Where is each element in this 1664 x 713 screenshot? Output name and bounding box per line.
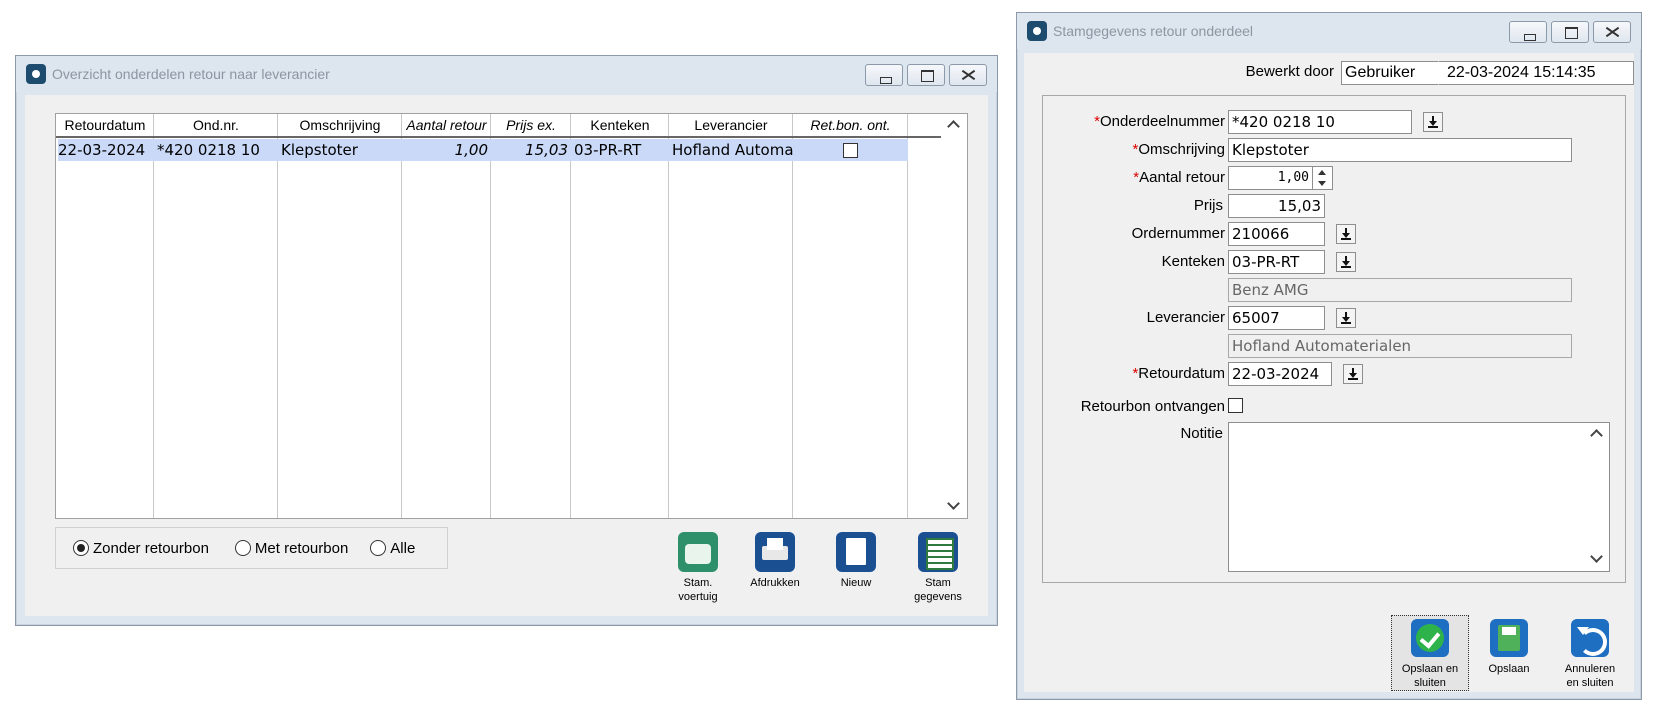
aantal-retour-field[interactable]: 1,00 bbox=[1228, 166, 1333, 190]
radio-selected-icon bbox=[73, 540, 89, 556]
scroll-up-icon[interactable] bbox=[941, 114, 967, 140]
bewerkt-door-user: Gebruiker bbox=[1341, 61, 1441, 85]
col-retbon-ont[interactable]: Ret.bon. ont. bbox=[793, 114, 908, 136]
omschrijving-label: *Omschrijving bbox=[1132, 141, 1225, 158]
onderdeelnummer-dropdown-icon[interactable] bbox=[1423, 112, 1443, 132]
minimize-button[interactable] bbox=[865, 64, 903, 86]
scroll-up-icon[interactable] bbox=[1584, 423, 1609, 449]
kenteken-dropdown-icon[interactable] bbox=[1336, 252, 1356, 272]
col-kenteken[interactable]: Kenteken bbox=[571, 114, 669, 136]
cell-leverancier: Hofland Automa bbox=[672, 141, 793, 159]
notitie-label: Notitie bbox=[1180, 425, 1223, 442]
checkmark-icon bbox=[1411, 619, 1449, 657]
retourbon-ontvangen-checkbox[interactable] bbox=[1228, 398, 1243, 413]
retourbon-ontvangen-label: Retourbon ontvangen bbox=[1080, 398, 1225, 415]
radio-zonder-retourbon[interactable]: Zonder retourbon bbox=[73, 540, 209, 557]
cell-omschrijving: Klepstoter bbox=[281, 141, 358, 159]
bewerkt-door-label: Bewerkt door bbox=[1245, 63, 1334, 80]
kenteken-description: Benz AMG bbox=[1228, 278, 1572, 302]
cell-aantal: 1,00 bbox=[454, 141, 488, 159]
overview-titlebar[interactable]: Overzicht onderdelen retour naar leveran… bbox=[16, 56, 997, 92]
omschrijving-field[interactable]: Klepstoter bbox=[1228, 138, 1572, 162]
grid-scrollbar[interactable] bbox=[941, 114, 967, 518]
save-disk-icon bbox=[1490, 619, 1528, 657]
notitie-textarea[interactable] bbox=[1228, 422, 1610, 572]
kenteken-field[interactable]: 03-PR-RT bbox=[1228, 250, 1325, 274]
undo-icon bbox=[1571, 619, 1609, 657]
col-aantal-retour[interactable]: Aantal retour bbox=[402, 114, 491, 136]
retbon-checkbox[interactable] bbox=[843, 143, 858, 158]
radio-icon bbox=[234, 540, 251, 556]
detail-title: Stamgegevens retour onderdeel bbox=[1053, 23, 1254, 39]
cell-ondnr: *420 0218 10 bbox=[157, 141, 260, 159]
prijs-label: Prijs bbox=[1193, 197, 1223, 214]
overview-window: Overzicht onderdelen retour naar leveran… bbox=[15, 55, 998, 626]
returns-grid[interactable]: Retourdatum Ond.nr. Omschrijving Aantal … bbox=[55, 113, 968, 519]
scroll-down-icon[interactable] bbox=[941, 492, 967, 518]
minimize-button[interactable] bbox=[1509, 21, 1547, 43]
radio-met-retourbon[interactable]: Met retourbon bbox=[234, 540, 348, 557]
table-row[interactable]: 22-03-2024 *420 0218 10 Klepstoter 1,00 … bbox=[58, 139, 908, 161]
vehicle-icon bbox=[678, 532, 718, 572]
col-retourdatum[interactable]: Retourdatum bbox=[56, 114, 154, 136]
close-button[interactable] bbox=[1593, 21, 1631, 43]
close-button[interactable] bbox=[949, 64, 987, 86]
radio-alle[interactable]: Alle bbox=[370, 540, 415, 557]
filter-group: Zonder retourbon Met retourbon Alle bbox=[55, 527, 448, 569]
cell-prijs: 15,03 bbox=[525, 141, 568, 159]
detail-client: Bewerkt door Gebruiker 22-03-2024 15:14:… bbox=[1024, 53, 1634, 692]
onderdeelnummer-field[interactable]: *420 0218 10 bbox=[1228, 110, 1412, 134]
aantal-retour-label: *Aantal retour bbox=[1133, 169, 1225, 186]
overview-client: Retourdatum Ond.nr. Omschrijving Aantal … bbox=[25, 95, 988, 616]
annuleren-en-sluiten-button[interactable]: Annuleren en sluiten bbox=[1551, 619, 1629, 690]
printer-icon bbox=[755, 532, 795, 572]
col-ondnr[interactable]: Ond.nr. bbox=[154, 114, 278, 136]
detail-window: Stamgegevens retour onderdeel Bewerkt do… bbox=[1016, 12, 1642, 700]
retourdatum-dropdown-icon[interactable] bbox=[1343, 364, 1363, 384]
scroll-down-icon[interactable] bbox=[1584, 545, 1609, 571]
aantal-spinner-icon[interactable] bbox=[1312, 167, 1332, 189]
afdrukken-button[interactable]: Afdrukken bbox=[740, 532, 810, 590]
detail-titlebar[interactable]: Stamgegevens retour onderdeel bbox=[1017, 13, 1641, 49]
stamgegevens-button[interactable]: Stam gegevens bbox=[903, 532, 973, 604]
leverancier-field[interactable]: 65007 bbox=[1228, 306, 1325, 330]
ordernummer-field[interactable]: 210066 bbox=[1228, 222, 1325, 246]
app-icon bbox=[1027, 21, 1047, 41]
maximize-button[interactable] bbox=[907, 64, 945, 86]
list-document-icon bbox=[918, 532, 958, 572]
cell-retourdatum: 22-03-2024 bbox=[58, 141, 146, 159]
leverancier-description: Hofland Automaterialen bbox=[1228, 334, 1572, 358]
stam-voertuig-button[interactable]: Stam. voertuig bbox=[663, 532, 733, 604]
bewerkt-door-date: 22-03-2024 15:14:35 bbox=[1438, 61, 1634, 85]
col-omschrijving[interactable]: Omschrijving bbox=[278, 114, 402, 136]
col-leverancier[interactable]: Leverancier bbox=[669, 114, 793, 136]
overview-title: Overzicht onderdelen retour naar leveran… bbox=[52, 66, 330, 82]
kenteken-label: Kenteken bbox=[1161, 253, 1225, 270]
cell-retbon bbox=[793, 139, 908, 161]
detail-groupbox: *Onderdeelnummer *420 0218 10 *Omschrijv… bbox=[1042, 95, 1626, 583]
opslaan-button[interactable]: Opslaan bbox=[1470, 619, 1548, 676]
leverancier-label: Leverancier bbox=[1146, 309, 1225, 326]
cell-kenteken: 03-PR-RT bbox=[574, 141, 642, 159]
nieuw-button[interactable]: Nieuw bbox=[821, 532, 891, 590]
maximize-button[interactable] bbox=[1551, 21, 1589, 43]
notitie-scrollbar[interactable] bbox=[1584, 423, 1609, 571]
opslaan-en-sluiten-button[interactable]: Opslaan en sluiten bbox=[1391, 615, 1469, 691]
prijs-field[interactable]: 15,03 bbox=[1228, 194, 1325, 218]
ordernummer-label: Ordernummer bbox=[1131, 225, 1225, 242]
ordernummer-dropdown-icon[interactable] bbox=[1336, 224, 1356, 244]
grid-header: Retourdatum Ond.nr. Omschrijving Aantal … bbox=[56, 114, 942, 138]
retourdatum-label: *Retourdatum bbox=[1132, 365, 1225, 382]
radio-icon bbox=[370, 540, 387, 556]
app-icon bbox=[26, 64, 46, 84]
onderdeelnummer-label: *Onderdeelnummer bbox=[1094, 113, 1225, 130]
leverancier-dropdown-icon[interactable] bbox=[1336, 308, 1356, 328]
new-document-icon bbox=[836, 532, 876, 572]
retourdatum-field[interactable]: 22-03-2024 bbox=[1228, 362, 1332, 386]
col-prijs-ex[interactable]: Prijs ex. bbox=[491, 114, 571, 136]
